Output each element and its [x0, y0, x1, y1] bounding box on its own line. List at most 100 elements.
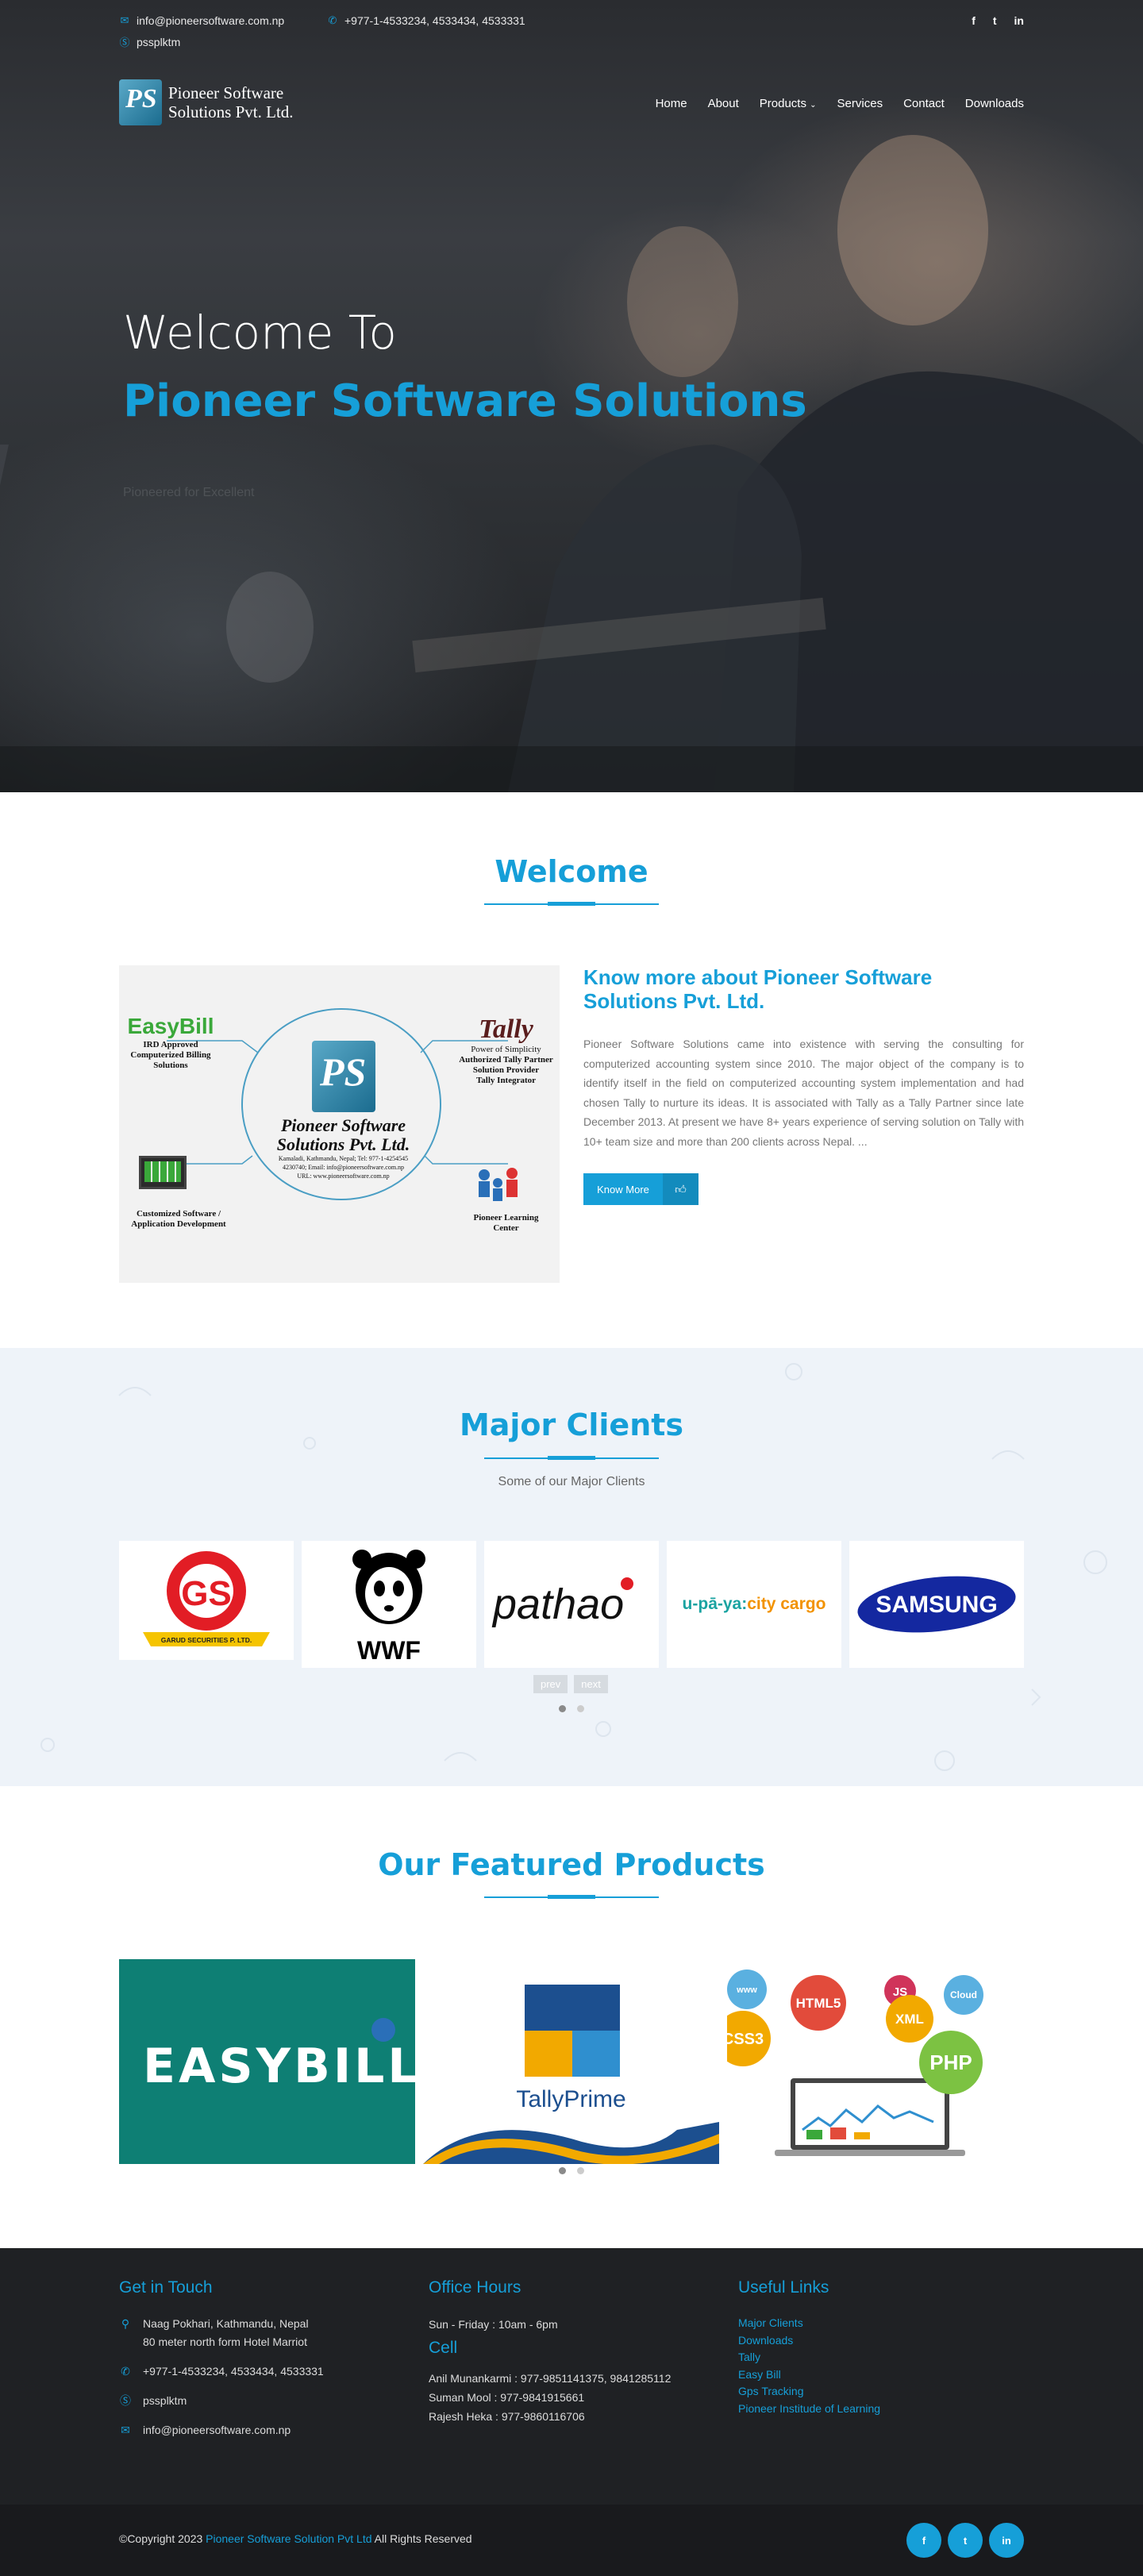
globe-icon	[371, 2018, 395, 2042]
clients-heading: Major Clients	[459, 1407, 684, 1442]
footer-phone[interactable]: ✆ +977-1-4533234, 4533434, 4533331	[119, 2362, 324, 2381]
product-tally[interactable]: TallyPrime	[423, 1959, 719, 2164]
office-hours-text: Sun - Friday : 10am - 6pm	[429, 2318, 558, 2331]
clients-pager: prev next	[533, 1675, 608, 1693]
client-garud[interactable]: GS GARUD SECURITIES P. LTD.	[119, 1541, 294, 1660]
monitor-icon	[139, 1156, 187, 1189]
hero-title: Welcome To	[123, 306, 397, 360]
wwf-logo: WWF	[352, 1550, 425, 1664]
footer-link-easy-bill[interactable]: Easy Bill	[738, 2366, 880, 2384]
footer-links-title: Useful Links	[738, 2278, 829, 2297]
carousel-dot[interactable]	[577, 2167, 584, 2174]
next-button[interactable]: next	[574, 1675, 608, 1693]
linkedin-icon[interactable]: in	[1014, 14, 1024, 27]
footer-link-gps-tracking[interactable]: Gps Tracking	[738, 2383, 880, 2401]
products-underline	[484, 1895, 659, 1899]
hero-subtitle: Pioneer Software Solutions	[123, 375, 807, 427]
product-easybill[interactable]: EASYBILL	[119, 1959, 415, 2164]
cell-contact: Anil Munankarmi : 977-9851141375, 984128…	[429, 2372, 672, 2385]
footer-cell-title: Cell	[429, 2339, 458, 2357]
footer-contact-title: Get in Touch	[119, 2278, 213, 2297]
footer-link-tally[interactable]: Tally	[738, 2349, 880, 2366]
samsung-logo: SAMSUNG	[857, 1576, 1016, 1633]
nav-services[interactable]: Services	[837, 97, 883, 110]
svg-text:pathao: pathao	[491, 1581, 624, 1628]
svg-text:CSS3: CSS3	[727, 2031, 764, 2048]
chevron-down-icon: ⌄	[810, 101, 817, 110]
footer-contact: Get in Touch ⚲ Naag Pokhari, Kathmandu, …	[119, 2278, 324, 2451]
client-samsung[interactable]: SAMSUNG	[849, 1541, 1024, 1668]
footer-office-title: Office Hours	[429, 2278, 521, 2297]
thumbs-up-icon: 👍︎	[663, 1173, 698, 1205]
products-heading: Our Featured Products	[378, 1847, 765, 1882]
svg-text:WWF: WWF	[357, 1636, 421, 1664]
hero-banner: ✉ info@pioneersoftware.com.np ✆ +977-1-4…	[0, 0, 1143, 792]
diagram-learning: Pioneer Learning Center	[473, 1213, 539, 1233]
carousel-dot[interactable]	[559, 2167, 566, 2174]
client-wwf[interactable]: WWF	[302, 1541, 476, 1668]
footer-office-hours: Office Hours Sun - Friday : 10am - 6pm C…	[429, 2278, 671, 2426]
nav-contact[interactable]: Contact	[903, 97, 945, 110]
nav-about[interactable]: About	[708, 97, 739, 110]
know-more-button[interactable]: Know More 👍︎	[583, 1173, 698, 1205]
logo-text: Pioneer Software Solutions Pvt. Ltd.	[168, 83, 294, 121]
svg-text:www: www	[736, 1985, 757, 1995]
copyright-link[interactable]: Pioneer Software Solution Pvt Ltd	[206, 2532, 371, 2545]
bottom-bar: ©Copyright 2023 Pioneer Software Solutio…	[0, 2505, 1143, 2576]
client-upaya[interactable]: u-pā-ya:city cargo	[667, 1541, 841, 1668]
tally-art	[423, 1985, 719, 2164]
pathao-logo: pathao	[491, 1577, 633, 1628]
svg-text:HTML5: HTML5	[796, 1996, 841, 2011]
footer-skype[interactable]: Ⓢ pssplktm	[119, 2392, 324, 2410]
footer-address: ⚲ Naag Pokhari, Kathmandu, Nepal 80 meter…	[119, 2315, 324, 2351]
twitter-icon[interactable]: t	[993, 14, 997, 27]
svg-text:JS: JS	[893, 1985, 907, 1999]
about-title: Know more about Pioneer Software Solutio…	[583, 965, 933, 1013]
linkedin-icon[interactable]: in	[989, 2523, 1024, 2558]
social-links-bottom: f t in	[906, 2523, 1024, 2558]
diagram-tally: Tally Power of Simplicity Authorized Tal…	[459, 1015, 553, 1085]
clients-underline	[484, 1456, 659, 1460]
cell-contact: Rajesh Heka : 977-9860116706	[429, 2410, 585, 2423]
svg-text:PHP: PHP	[929, 2050, 972, 2074]
social-links-top: f t in	[972, 14, 1024, 27]
facebook-icon[interactable]: f	[972, 14, 976, 27]
diagram-center-logo: PS	[312, 1041, 375, 1112]
footer-link-downloads[interactable]: Downloads	[738, 2332, 880, 2350]
map-marker-icon: ⚲	[121, 2317, 130, 2330]
brand-logo[interactable]: PS Pioneer Software Solutions Pvt. Ltd.	[119, 79, 294, 125]
nav-home[interactable]: Home	[656, 97, 687, 110]
skype-icon: Ⓢ	[120, 2394, 131, 2407]
prev-button[interactable]: prev	[533, 1675, 568, 1693]
envelope-icon: ✉	[120, 14, 129, 26]
footer-link-major-clients[interactable]: Major Clients	[738, 2315, 880, 2332]
diagram-center-text: Pioneer Software Solutions Pvt. Ltd. Kam…	[276, 1115, 410, 1180]
clients-dots	[559, 1705, 584, 1712]
footer-link-learning[interactable]: Pioneer Institude of Learning	[738, 2401, 880, 2418]
cell-contact: Suman Mool : 977-9841915661	[429, 2391, 585, 2404]
products-dots	[559, 2167, 584, 2174]
welcome-underline	[484, 902, 659, 906]
nav-products[interactable]: Products ⌄	[760, 97, 817, 110]
twitter-icon[interactable]: t	[948, 2523, 983, 2558]
nav-downloads[interactable]: Downloads	[965, 97, 1024, 110]
topbar-email[interactable]: ✉ info@pioneersoftware.com.np	[119, 14, 285, 27]
footer-email[interactable]: ✉ info@pioneersoftware.com.np	[119, 2421, 324, 2439]
client-pathao[interactable]: pathao	[484, 1541, 659, 1668]
svg-text:XML: XML	[895, 2012, 924, 2027]
product-web[interactable]: www HTML5 JS Cloud CSS3 XML PHP	[727, 1959, 1023, 2164]
topbar-phone[interactable]: ✆ +977-1-4533234, 4533434, 4533331	[327, 14, 525, 27]
main-nav: Home About Products ⌄ Services Contact D…	[656, 97, 1024, 110]
about-diagram: PS Pioneer Software Solutions Pvt. Ltd. …	[119, 965, 560, 1283]
svg-text:GARUD SECURITIES P. LTD.: GARUD SECURITIES P. LTD.	[161, 1636, 252, 1644]
carousel-dot[interactable]	[577, 1705, 584, 1712]
topbar-skype[interactable]: Ⓢ pssplktm	[119, 34, 180, 49]
phone-icon: ✆	[121, 2365, 130, 2378]
carousel-dot[interactable]	[559, 1705, 566, 1712]
svg-text:SAMSUNG: SAMSUNG	[876, 1592, 997, 1618]
hero-tagline: Pioneered for Excellent	[123, 486, 255, 499]
logo-mark: PS	[119, 79, 162, 125]
footer-useful-links: Useful Links Major Clients Downloads Tal…	[738, 2278, 880, 2417]
svg-text:GS: GS	[181, 1574, 232, 1613]
facebook-icon[interactable]: f	[906, 2523, 941, 2558]
